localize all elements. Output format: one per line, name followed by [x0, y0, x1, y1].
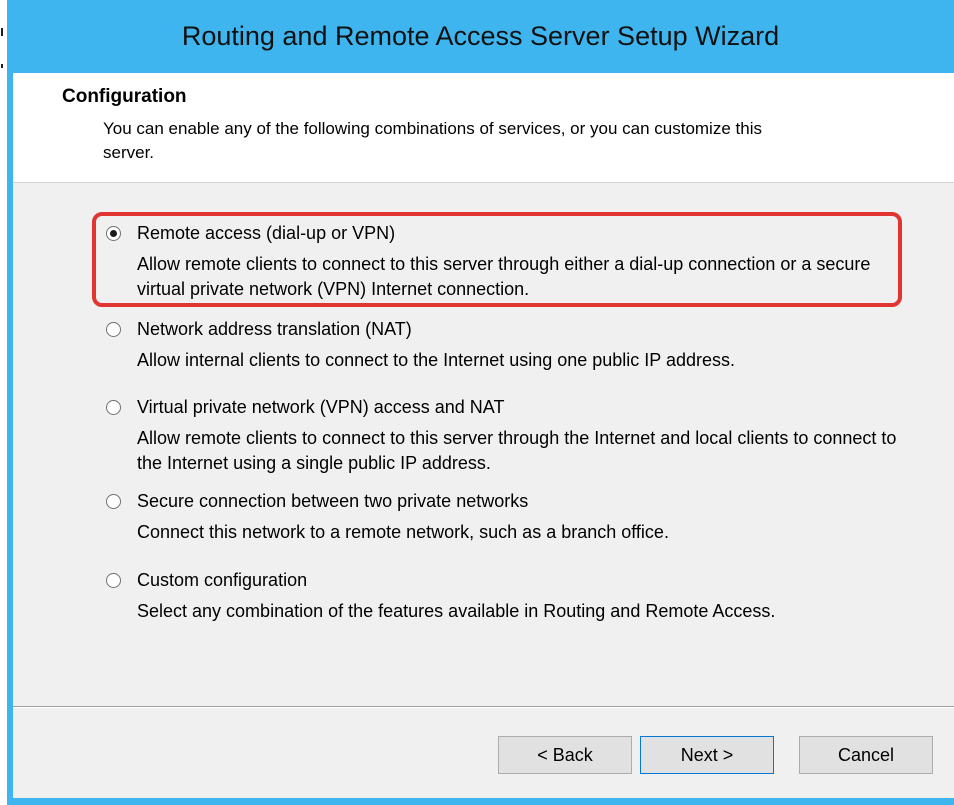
wizard-header: Configuration You can enable any of the … — [13, 73, 954, 183]
option-description: Allow remote clients to connect to this … — [137, 428, 897, 473]
option-label[interactable]: Secure connection between two private ne… — [137, 491, 528, 512]
screenshot: Routing and Remote Access Server Setup W… — [0, 0, 954, 805]
edge-mark — [1, 28, 3, 36]
window-title: Routing and Remote Access Server Setup W… — [181, 21, 780, 51]
option-label[interactable]: Network address translation (NAT) — [137, 319, 412, 340]
radio-nat[interactable] — [106, 322, 121, 337]
radio-custom-configuration[interactable] — [106, 573, 121, 588]
option-description: Select any combination of the features a… — [137, 601, 776, 621]
option-label[interactable]: Virtual private network (VPN) access and… — [137, 397, 504, 418]
cancel-button[interactable]: Cancel — [799, 736, 933, 774]
option-description: Connect this network to a remote network… — [137, 522, 669, 542]
option-nat[interactable]: Network address translation (NAT) Allow … — [106, 319, 917, 373]
option-custom-configuration[interactable]: Custom configuration Select any combinat… — [106, 570, 927, 624]
background-window-edge — [0, 0, 7, 805]
option-vpn-and-nat[interactable]: Virtual private network (VPN) access and… — [106, 397, 897, 476]
page-title: Configuration — [62, 86, 187, 107]
radio-vpn-and-nat[interactable] — [106, 400, 121, 415]
option-label[interactable]: Custom configuration — [137, 570, 307, 591]
next-button[interactable]: Next > — [640, 736, 774, 774]
wizard-window: Routing and Remote Access Server Setup W… — [7, 0, 954, 805]
wizard-client-area: Configuration You can enable any of the … — [13, 73, 954, 798]
option-secure-connection[interactable]: Secure connection between two private ne… — [106, 491, 917, 545]
highlight-box — [92, 212, 902, 307]
page-description: You can enable any of the following comb… — [103, 119, 762, 162]
back-button[interactable]: < Back — [498, 736, 632, 774]
edge-mark — [1, 64, 3, 68]
radio-secure-connection[interactable] — [106, 494, 121, 509]
option-description: Allow internal clients to connect to the… — [137, 350, 736, 370]
footer-separator — [13, 706, 954, 708]
title-bar[interactable]: Routing and Remote Access Server Setup W… — [7, 0, 954, 73]
